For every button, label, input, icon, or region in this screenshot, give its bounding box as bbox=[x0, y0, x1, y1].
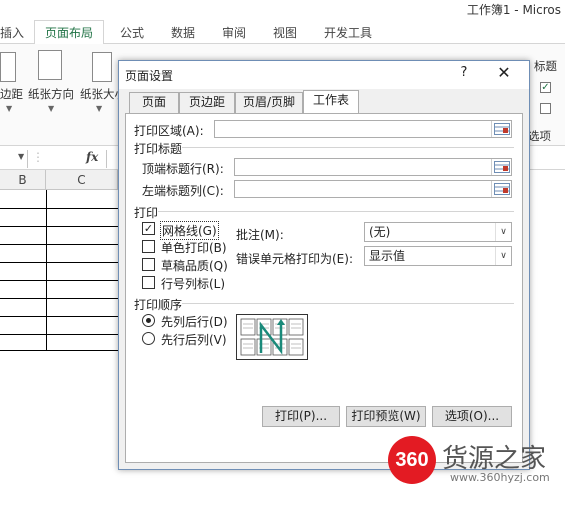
column-header-b[interactable]: B bbox=[0, 170, 46, 190]
chevron-down-icon[interactable]: ∨ bbox=[495, 223, 511, 241]
cols-to-repeat-input[interactable] bbox=[234, 180, 512, 198]
page-setup-dialog: 页面设置 ? ✕ 页面 页边距 页眉/页脚 工作表 打印区域(A): 打印标题 … bbox=[118, 60, 530, 470]
headings-print-checkbox[interactable]: ✓ bbox=[540, 103, 551, 114]
print-preview-button[interactable]: 打印预览(W) bbox=[346, 406, 426, 427]
tab-developer[interactable]: 开发工具 bbox=[324, 24, 372, 41]
grid-line bbox=[0, 226, 118, 227]
page-order-preview-image bbox=[236, 314, 308, 360]
cell-errors-value: 显示值 bbox=[369, 249, 406, 263]
tab-margins[interactable]: 页边距 bbox=[179, 92, 235, 113]
sheet-tab-panel: 打印区域(A): 打印标题 顶端标题行(R): 左端标题列(C): 打印 ✓ 网… bbox=[125, 113, 523, 463]
gridlines-checkbox[interactable]: ✓ bbox=[142, 222, 155, 235]
tab-data[interactable]: 数据 bbox=[171, 24, 195, 41]
collapse-dialog-icon[interactable] bbox=[491, 121, 511, 137]
chevron-down-icon[interactable]: ▼ bbox=[18, 152, 24, 161]
chevron-down-icon[interactable]: ▼ bbox=[6, 104, 12, 113]
margins-button[interactable]: 边距 bbox=[0, 86, 23, 102]
dialog-title: 页面设置 bbox=[125, 69, 174, 83]
sheet-options-group-label: 选项 bbox=[528, 129, 551, 143]
comments-select[interactable]: (无) ∨ bbox=[364, 222, 512, 242]
divider bbox=[158, 211, 514, 212]
page-order-heading: 打印顺序 bbox=[134, 298, 183, 312]
grid-line bbox=[46, 190, 47, 350]
more-icon: ⋮ bbox=[32, 150, 44, 164]
collapse-dialog-icon[interactable] bbox=[491, 181, 511, 197]
gridlines-label[interactable]: 网格线(G) bbox=[160, 221, 219, 240]
tab-sheet[interactable]: 工作表 bbox=[303, 90, 359, 114]
print-button[interactable]: 打印(P)... bbox=[262, 406, 340, 427]
print-titles-heading: 打印标题 bbox=[134, 142, 183, 156]
grid-line bbox=[0, 350, 118, 351]
collapse-dialog-icon[interactable] bbox=[491, 159, 511, 175]
logo-name: 货源之家 bbox=[442, 444, 547, 474]
divider bbox=[182, 147, 514, 148]
comments-value: (无) bbox=[369, 225, 391, 239]
fx-icon[interactable]: fx bbox=[86, 150, 98, 164]
over-then-down-radio[interactable] bbox=[142, 332, 155, 345]
dialog-title-bar[interactable]: 页面设置 ? ✕ bbox=[119, 61, 529, 89]
grid-line bbox=[0, 316, 118, 317]
tab-formulas[interactable]: 公式 bbox=[120, 24, 144, 41]
draft-quality-label[interactable]: 草稿品质(Q) bbox=[161, 257, 228, 274]
grid-line bbox=[0, 298, 118, 299]
title-bar: 工作簿1 - Micros bbox=[0, 0, 565, 20]
margins-icon[interactable] bbox=[0, 52, 16, 82]
close-icon[interactable]: ✕ bbox=[493, 63, 515, 83]
options-button[interactable]: 选项(O)... bbox=[432, 406, 512, 427]
grid-line bbox=[0, 334, 118, 335]
down-then-over-label[interactable]: 先列后行(D) bbox=[161, 313, 228, 330]
cell-errors-select[interactable]: 显示值 ∨ bbox=[364, 246, 512, 266]
column-header-c[interactable]: C bbox=[46, 170, 118, 190]
logo-url: www.360hyzj.com bbox=[450, 471, 550, 484]
help-icon[interactable]: ? bbox=[457, 65, 471, 80]
comments-label: 批注(M): bbox=[236, 228, 284, 242]
divider bbox=[182, 303, 514, 304]
tab-page[interactable]: 页面 bbox=[129, 92, 179, 113]
over-then-down-label[interactable]: 先行后列(V) bbox=[161, 331, 227, 348]
print-heading: 打印 bbox=[134, 206, 159, 220]
grid-line bbox=[0, 280, 118, 281]
print-area-label: 打印区域(A): bbox=[134, 124, 204, 138]
ribbon-tab-bar: 插入 页面布局 公式 数据 审阅 视图 开发工具 bbox=[0, 20, 565, 45]
watermark-logo: 360 货源之家 www.360hyzj.com bbox=[388, 436, 565, 488]
tab-view[interactable]: 视图 bbox=[273, 24, 297, 41]
black-white-checkbox[interactable] bbox=[142, 240, 155, 253]
rows-to-repeat-input[interactable] bbox=[234, 158, 512, 176]
row-col-headings-label[interactable]: 行号列标(L) bbox=[161, 275, 225, 292]
orientation-button[interactable]: 纸张方向 bbox=[28, 86, 74, 102]
chevron-down-icon[interactable]: ∨ bbox=[495, 247, 511, 265]
tab-insert[interactable]: 插入 bbox=[0, 24, 24, 41]
headings-group-label: 标题 bbox=[534, 59, 557, 73]
window-title: 工作簿1 - Micros bbox=[466, 3, 561, 17]
cell-errors-label: 错误单元格打印为(E): bbox=[236, 252, 353, 266]
rows-to-repeat-label: 顶端标题行(R): bbox=[142, 162, 224, 176]
black-white-label[interactable]: 单色打印(B) bbox=[161, 239, 227, 256]
row-col-headings-checkbox[interactable] bbox=[142, 276, 155, 289]
grid-line bbox=[0, 208, 118, 209]
tab-page-layout[interactable]: 页面布局 bbox=[34, 20, 105, 45]
cols-to-repeat-label: 左端标题列(C): bbox=[142, 184, 224, 198]
down-then-over-radio[interactable] bbox=[142, 314, 155, 327]
tab-header-footer[interactable]: 页眉/页脚 bbox=[235, 92, 303, 113]
chevron-down-icon[interactable]: ▼ bbox=[48, 104, 54, 113]
size-icon[interactable] bbox=[92, 52, 112, 82]
headings-view-checkbox[interactable]: ✓ bbox=[540, 82, 551, 93]
chevron-down-icon[interactable]: ▼ bbox=[96, 104, 102, 113]
grid-line bbox=[0, 244, 118, 245]
logo-badge: 360 bbox=[388, 436, 436, 484]
print-area-input[interactable] bbox=[214, 120, 512, 138]
orientation-icon[interactable] bbox=[38, 50, 62, 80]
draft-quality-checkbox[interactable] bbox=[142, 258, 155, 271]
grid-line bbox=[0, 262, 118, 263]
tab-review[interactable]: 审阅 bbox=[222, 24, 246, 41]
